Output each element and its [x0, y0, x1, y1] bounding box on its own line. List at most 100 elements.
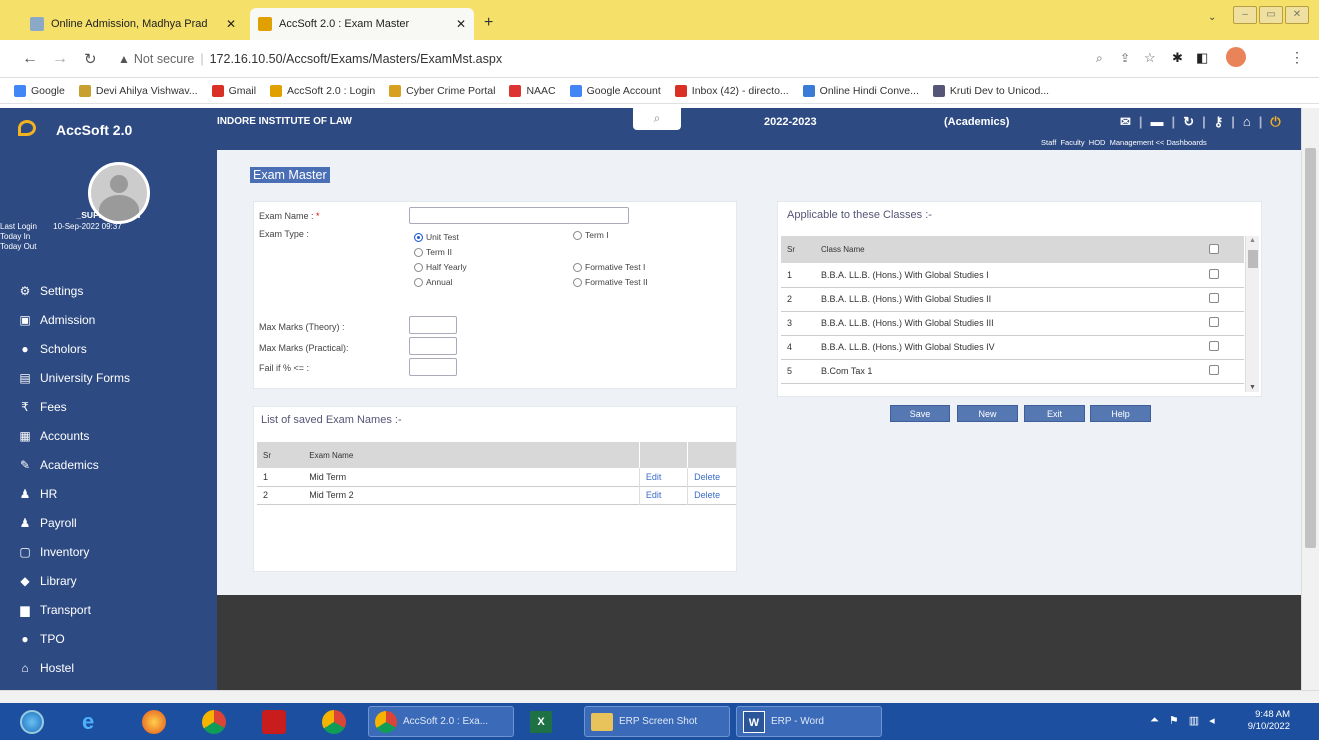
sidebar-item-hr[interactable]: ♟ HR — [18, 487, 58, 501]
help-button[interactable]: Help — [1090, 405, 1151, 422]
home-icon[interactable]: ⌂ — [1243, 114, 1251, 130]
classes-scrollbar[interactable]: ▲ ▼ — [1245, 236, 1259, 392]
sidebar-item-tpo[interactable]: ● TPO — [18, 632, 64, 646]
sidebar-item-admission[interactable]: ▣ Admission — [18, 313, 95, 327]
bookmark-item[interactable]: Inbox (42) - directo... — [674, 84, 789, 97]
scroll-up-icon[interactable]: ▲ — [1249, 237, 1256, 244]
edit-link[interactable]: Edit — [638, 486, 688, 504]
network-icon[interactable]: ▥ — [1189, 714, 1199, 727]
reload-icon[interactable]: ↻ — [84, 50, 97, 68]
new-tab-button[interactable]: + — [484, 14, 493, 32]
maximize-button[interactable]: ▭ — [1259, 6, 1283, 24]
menu-icon[interactable]: ⋮ — [1290, 49, 1304, 66]
taskbar-chrome[interactable] — [196, 706, 232, 737]
tab-online-admission[interactable]: Online Admission, Madhya Prad ✕ — [22, 8, 244, 40]
scroll-down-icon[interactable]: ▼ — [1249, 384, 1256, 391]
radio-circle[interactable] — [414, 247, 423, 257]
bookmark-item[interactable]: Cyber Crime Portal — [389, 84, 495, 97]
window-close-button[interactable]: ✕ — [1285, 6, 1309, 24]
bookmark-item[interactable]: Google Account — [569, 84, 661, 97]
star-icon[interactable]: ☆ — [1144, 50, 1156, 66]
window-icon[interactable]: ▬ — [1151, 114, 1164, 130]
back-arrow-icon[interactable]: ← — [22, 50, 38, 68]
start-button[interactable] — [14, 706, 50, 737]
radio-circle[interactable] — [573, 262, 582, 272]
save-button[interactable]: Save — [890, 405, 950, 422]
class-checkbox[interactable] — [1209, 341, 1219, 351]
taskbar-app-word[interactable]: W ERP - Word — [736, 706, 882, 737]
minimize-button[interactable]: – — [1233, 6, 1257, 24]
tab-exam-master[interactable]: AccSoft 2.0 : Exam Master ✕ — [250, 8, 474, 40]
bookmark-item[interactable]: Gmail — [211, 84, 256, 97]
max-practical-field[interactable] — [409, 337, 457, 355]
sidebar-item-settings[interactable]: ⚙ Settings — [18, 284, 84, 298]
class-checkbox[interactable] — [1209, 268, 1219, 279]
taskbar-chrome-2[interactable] — [316, 706, 352, 737]
bookmark-item[interactable]: AccSoft 2.0 : Login — [270, 84, 375, 97]
radio-formative-test-i[interactable]: Formative Test I — [573, 262, 645, 272]
radio-circle[interactable] — [414, 277, 423, 287]
class-checkbox[interactable] — [1209, 365, 1219, 375]
sidebar-item-university-forms[interactable]: ▤ University Forms — [18, 371, 130, 385]
class-checkbox[interactable] — [1209, 317, 1219, 327]
radio-formative-test-ii[interactable]: Formative Test II — [573, 277, 648, 287]
extensions-icon[interactable]: ✱ — [1172, 50, 1183, 66]
sidebar-item-inventory[interactable]: ▢ Inventory — [18, 545, 89, 559]
bookmark-item[interactable]: Devi Ahilya Vishwav... — [78, 84, 198, 97]
exit-button[interactable]: Exit — [1024, 405, 1085, 422]
sidebar-item-library[interactable]: ◆ Library — [18, 574, 76, 588]
share-icon[interactable]: ⇪ — [1120, 51, 1130, 65]
radio-term-ii[interactable]: Term II — [414, 247, 452, 257]
page-vertical-scrollbar[interactable] — [1301, 108, 1319, 690]
sidebar-item-transport[interactable]: ▆ Transport — [18, 603, 91, 617]
radio-annual[interactable]: Annual — [414, 277, 452, 287]
bookmark-item[interactable]: NAAC — [509, 84, 556, 97]
power-icon[interactable]: ⏻ — [1270, 114, 1280, 130]
max-theory-field[interactable] — [409, 316, 457, 334]
sidebar-item-payroll[interactable]: ♟ Payroll — [18, 516, 77, 530]
sidebar-item-academics[interactable]: ✎ Academics — [18, 458, 99, 472]
exam-name-field[interactable] — [409, 207, 629, 224]
taskbar-firefox[interactable] — [136, 706, 172, 737]
side-panel-icon[interactable]: ◧ — [1196, 50, 1208, 66]
class-checkbox[interactable] — [1209, 293, 1219, 303]
mail-icon[interactable]: ✉ — [1120, 114, 1131, 130]
close-icon[interactable]: ✕ — [226, 17, 236, 31]
close-icon[interactable]: ✕ — [456, 17, 466, 31]
radio-unit-test[interactable]: Unit Test — [414, 232, 459, 242]
clock[interactable]: 9:48 AM 9/10/2022 — [1236, 709, 1290, 733]
url-field[interactable]: ▲ Not secure | 172.16.10.50/Accsoft/Exam… — [118, 46, 1318, 72]
profile-avatar[interactable] — [1226, 47, 1246, 67]
page-horizontal-scrollbar[interactable] — [0, 690, 1319, 703]
radio-circle[interactable] — [573, 230, 582, 240]
sidebar-item-accounts[interactable]: ▦ Accounts — [18, 429, 89, 443]
radio-circle[interactable] — [414, 262, 423, 272]
flag-icon[interactable]: ⚑ — [1169, 714, 1179, 727]
sidebar-item-scholors[interactable]: ● Scholors — [18, 342, 86, 356]
fail-percent-field[interactable] — [409, 358, 457, 376]
sidebar-item-hostel[interactable]: ⌂ Hostel — [18, 661, 74, 675]
taskbar-app-accsoft[interactable]: AccSoft 2.0 : Exa... — [368, 706, 514, 737]
chevron-down-icon[interactable]: ⌄ — [1208, 12, 1216, 23]
radio-circle[interactable] — [573, 277, 582, 287]
new-button[interactable]: New — [957, 405, 1018, 422]
select-all-checkbox[interactable] — [1209, 243, 1219, 254]
bookmark-item[interactable]: Kruti Dev to Unicod... — [932, 84, 1049, 97]
delete-link[interactable]: Delete — [687, 468, 736, 486]
taskbar-excel[interactable]: X — [524, 706, 558, 737]
taskbar-app-folder[interactable]: ERP Screen Shot — [584, 706, 730, 737]
forward-arrow-icon[interactable]: → — [52, 50, 68, 68]
tray-expand-icon[interactable]: ⏶ — [1150, 714, 1159, 727]
radio-circle[interactable] — [414, 232, 423, 242]
bookmark-item[interactable]: Google — [14, 84, 65, 97]
header-links[interactable]: Staff Faculty HOD Management << Dashboar… — [1041, 138, 1207, 147]
delete-link[interactable]: Delete — [687, 486, 736, 504]
bookmark-item[interactable]: Online Hindi Conve... — [802, 84, 919, 97]
volume-icon[interactable]: ◂ — [1209, 714, 1215, 727]
edit-link[interactable]: Edit — [638, 468, 688, 486]
taskbar-ie[interactable]: e — [76, 706, 100, 737]
refresh-icon[interactable]: ↻ — [1183, 114, 1194, 130]
key-icon[interactable]: ⚷ — [1214, 114, 1224, 130]
taskbar-acrobat[interactable] — [256, 706, 292, 737]
zoom-icon[interactable]: ⌕ — [1096, 51, 1103, 66]
